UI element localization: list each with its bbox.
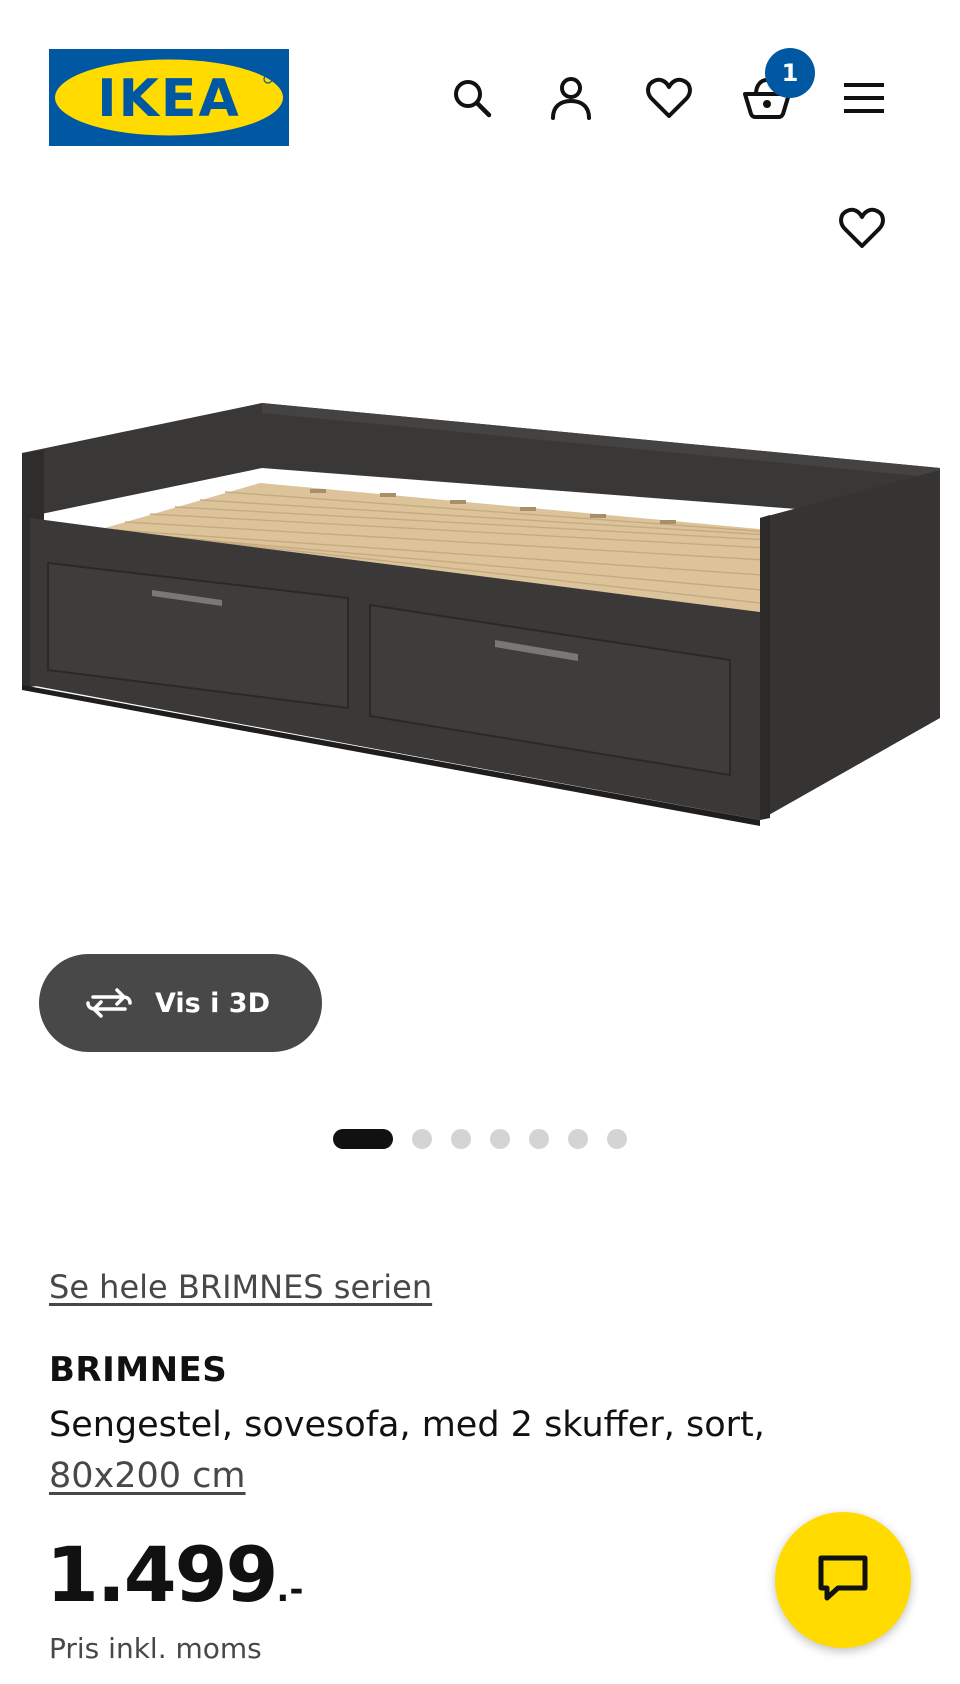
chat-button[interactable] [775, 1512, 911, 1648]
image-carousel-indicator [333, 1128, 627, 1150]
product-name: BRIMNES [49, 1350, 228, 1390]
price-note: Pris inkl. moms [49, 1632, 262, 1665]
carousel-dot-7[interactable] [607, 1129, 627, 1149]
add-to-favourites-heart-icon[interactable] [836, 202, 888, 254]
series-link[interactable]: Se hele BRIMNES serien [49, 1268, 432, 1306]
carousel-dot-1[interactable] [333, 1129, 393, 1149]
price-suffix: .- [276, 1570, 304, 1610]
heart-icon[interactable] [643, 72, 695, 124]
view-in-3d-button[interactable]: Vis i 3D [39, 954, 322, 1052]
carousel-dot-6[interactable] [568, 1129, 588, 1149]
product-price: 1.499 .- [46, 1530, 303, 1619]
rotate-icon [83, 983, 135, 1023]
product-description: Sengestel, sovesofa, med 2 skuffer, sort… [49, 1405, 765, 1445]
carousel-dot-5[interactable] [529, 1129, 549, 1149]
ikea-logo[interactable]: IKEA [49, 49, 289, 146]
carousel-dot-3[interactable] [451, 1129, 471, 1149]
carousel-dot-4[interactable] [490, 1129, 510, 1149]
price-amount: 1.499 [46, 1530, 278, 1619]
user-icon[interactable] [545, 72, 597, 124]
view-in-3d-label: Vis i 3D [155, 987, 271, 1019]
product-size-link[interactable]: 80x200 cm [49, 1451, 246, 1501]
hamburger-menu-icon[interactable] [838, 72, 890, 124]
search-icon[interactable] [446, 72, 498, 124]
cart-count-badge: 1 [765, 48, 815, 98]
product-image[interactable] [0, 380, 960, 850]
logo-wordmark: IKEA [97, 69, 240, 129]
carousel-dot-2[interactable] [412, 1129, 432, 1149]
chat-bubble-icon [816, 1553, 870, 1608]
